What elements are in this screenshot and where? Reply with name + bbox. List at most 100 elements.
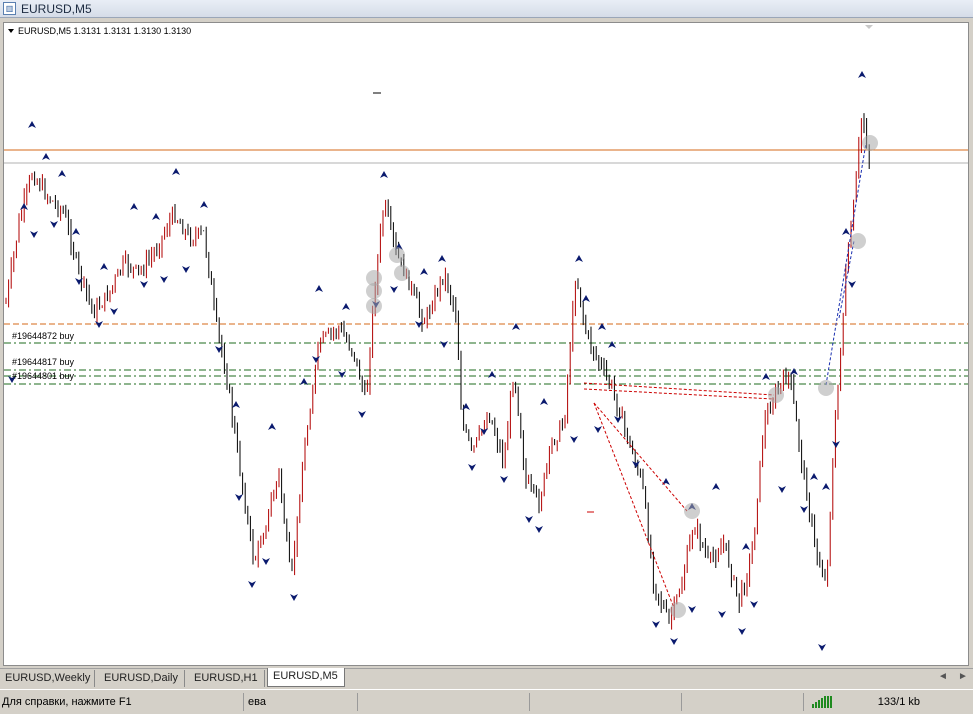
fractal-down-arrow-icon-7 [140,281,148,288]
fractal-up-arrow-icon-33 [790,368,798,375]
fractal-down-arrow-icon-11 [235,494,243,501]
fractal-down-arrow-icon-28 [594,426,602,433]
fractal-up-arrow-icon-31 [742,543,750,550]
fractal-down-arrow-icon-39 [818,644,826,651]
help-hint: Для справки, нажмите F1 [0,693,244,711]
trade-marker-circle-5 [394,265,410,281]
status-cell-empty-2 [532,693,682,711]
chart-area[interactable]: EURUSD,M5 1.3131 1.3131 1.3130 1.3130 #1… [3,22,969,666]
trade-marker-circle-10 [862,135,878,151]
fractal-down-arrow-icon-8 [160,276,168,283]
window-title-bar: ▥ EURUSD,M5 [0,0,973,18]
fractal-up-arrow-icon-23 [540,398,548,405]
fractal-up-arrow-icon-16 [380,171,388,178]
fractal-up-arrow-icon-24 [575,255,583,262]
fractal-down-arrow-icon-3 [50,221,58,228]
trade-marker-circle-2 [366,283,382,299]
window-title: EURUSD,M5 [21,2,92,16]
fractal-down-arrow-icon-35 [738,628,746,635]
fractal-down-arrow-icon-14 [290,594,298,601]
fractal-down-arrow-icon-6 [110,308,118,315]
fractal-up-arrow-icon-30 [712,483,720,490]
fractal-up-arrow-icon-9 [172,168,180,175]
fractal-down-arrow-icon-16 [338,371,346,378]
fractal-up-arrow-icon-14 [315,285,323,292]
order-label-2: #19644817 buy [12,357,75,367]
tab-scroll-left-icon[interactable]: ◄ [938,671,948,682]
fractal-up-arrow-icon-10 [200,201,208,208]
fractal-up-arrow-icon-27 [608,341,616,348]
fractal-down-arrow-icon-25 [525,516,533,523]
trend-line-6 [838,240,855,319]
trade-marker-circle-6 [684,503,700,519]
fractal-down-arrow-icon-33 [688,606,696,613]
trend-line-5 [825,142,867,386]
fractal-down-arrow-icon-17 [358,411,366,418]
fractal-down-arrow-icon-2 [30,231,38,238]
trade-marker-circle-3 [366,298,382,314]
fractal-down-arrow-icon-13 [262,558,270,565]
chart-tab-bar: EURUSD,Weekly EURUSD,Daily EURUSD,H1 EUR… [0,668,973,688]
traffic-counter: 133/1 kb [877,696,920,708]
trade-marker-circle-9 [818,380,834,396]
fractal-up-arrow-icon-25 [582,295,590,302]
tab-scroll-right-icon[interactable]: ► [958,671,968,682]
fractal-up-arrow-icon-12 [268,423,276,430]
fractal-down-arrow-icon-9 [182,266,190,273]
fractal-down-arrow-icon-27 [570,436,578,443]
fractal-up-arrow-icon-36 [842,228,850,235]
fractal-up-arrow-icon-7 [130,203,138,210]
fractal-up-arrow-icon-11 [232,401,240,408]
fractal-down-arrow-icon-29 [614,416,622,423]
order-label-1: #19644872 buy [12,331,75,341]
fractal-down-arrow-icon-31 [652,621,660,628]
chart-window-icon[interactable]: ▥ [3,2,16,15]
fractal-up-arrow-icon-6 [100,263,108,270]
trend-line-4 [593,402,675,609]
fractal-down-arrow-icon-40 [832,441,840,448]
fractal-up-arrow-icon-34 [810,473,818,480]
fractal-down-arrow-icon-41 [848,281,856,288]
fractal-up-arrow-icon-21 [488,371,496,378]
connection-bars-icon[interactable] [812,696,834,708]
trade-marker-circle-7 [670,602,686,618]
fractal-down-arrow-icon-37 [778,486,786,493]
fractal-up-arrow-icon-8 [152,213,160,220]
order-label-3: #19644801 buy [12,371,75,381]
tab-eurusd-daily[interactable]: EURUSD,Daily [99,670,185,687]
tab-eurusd-weekly[interactable]: EURUSD,Weekly [0,670,95,687]
tab-eurusd-m5[interactable]: EURUSD,M5 [267,668,345,687]
fractal-up-arrow-icon-5 [72,228,80,235]
fractal-up-arrow-icon-3 [58,170,66,177]
fractal-up-arrow-icon-35 [822,483,830,490]
trade-marker-circle-4 [389,247,405,263]
fractal-down-arrow-icon-26 [535,526,543,533]
fractal-up-arrow-icon-19 [438,255,446,262]
profile-name[interactable]: ева [246,693,358,711]
fractal-down-arrow-icon-19 [390,286,398,293]
status-cell-empty-1 [360,693,530,711]
fractal-up-arrow-icon-37 [858,71,866,78]
fractal-down-arrow-icon-36 [750,601,758,608]
price-chart[interactable] [4,23,968,665]
symbol-info: EURUSD,M5 1.3131 1.3131 1.3130 1.3130 [8,26,191,36]
fractal-up-arrow-icon-1 [28,121,36,128]
chart-shift-triangle-icon [865,25,873,29]
chevron-down-icon[interactable] [8,29,14,33]
fractal-down-arrow-icon-22 [468,464,476,471]
status-cell-empty-3 [684,693,804,711]
fractal-down-arrow-icon-24 [500,476,508,483]
fractal-down-arrow-icon-12 [248,581,256,588]
trade-marker-circle-11 [850,233,866,249]
fractal-up-arrow-icon-2 [42,153,50,160]
trend-line-3 [593,402,688,512]
fractal-down-arrow-icon-38 [800,506,808,513]
fractal-down-arrow-icon-15 [312,356,320,363]
fractal-up-arrow-icon-18 [420,268,428,275]
fractal-down-arrow-icon-34 [718,611,726,618]
tab-eurusd-h1[interactable]: EURUSD,H1 [189,670,265,687]
fractal-up-arrow-icon-32 [762,373,770,380]
fractal-up-arrow-icon-15 [342,303,350,310]
fractal-down-arrow-icon-30 [632,461,640,468]
trend-line-2 [583,388,775,400]
